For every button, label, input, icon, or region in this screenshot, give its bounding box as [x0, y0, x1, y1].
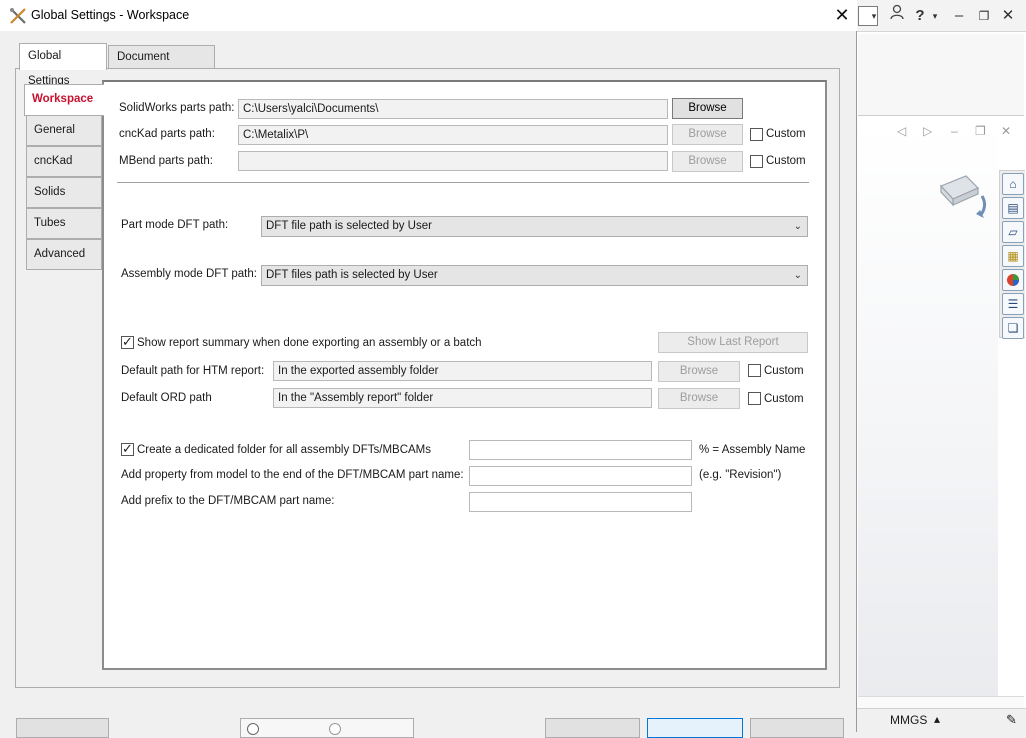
- doc-restore-icon[interactable]: ❐: [975, 124, 986, 138]
- mbend-path-label: MBend parts path:: [119, 155, 213, 167]
- dedicated-folder-hint: % = Assembly Name: [699, 444, 806, 456]
- side-tab-solids[interactable]: Solids: [26, 177, 102, 208]
- bottom-apply-button[interactable]: [545, 718, 640, 738]
- appearances-icon[interactable]: [1002, 269, 1024, 291]
- help-icon[interactable]: ?: [912, 1, 928, 31]
- file-explorer-icon[interactable]: ▱: [1002, 221, 1024, 243]
- mode-radio-2[interactable]: [329, 723, 341, 735]
- task-pane: ⌂ ▤ ▱ ▦ ☰ ❏: [999, 170, 1025, 339]
- mbend-path-field[interactable]: [238, 151, 668, 171]
- assembly-mode-dft-label: Assembly mode DFT path:: [121, 268, 257, 280]
- side-tab-general[interactable]: General: [26, 115, 102, 146]
- assembly-mode-dft-select[interactable]: DFT files path is selected by User ⌄: [261, 265, 808, 286]
- cnckad-path-label: cncKad parts path:: [119, 128, 215, 140]
- bottom-left-button[interactable]: [16, 718, 109, 738]
- tools-icon: [9, 7, 27, 25]
- home-icon[interactable]: ⌂: [1002, 173, 1024, 195]
- units-arrow-icon[interactable]: ▴: [934, 712, 940, 726]
- restore-icon[interactable]: ❐: [976, 1, 992, 31]
- background-toolbar: ▾ ? ▾ – ❐ ✕: [856, 0, 1026, 32]
- htm-report-path-label: Default path for HTM report:: [121, 365, 265, 377]
- design-library-icon[interactable]: ▤: [1002, 197, 1024, 219]
- add-property-label: Add property from model to the end of th…: [121, 469, 464, 481]
- close-button[interactable]: ✕: [829, 3, 855, 27]
- minimize-icon[interactable]: –: [952, 1, 966, 31]
- htm-custom-label: Custom: [764, 365, 804, 377]
- quick-tips-icon[interactable]: ✎: [1006, 712, 1017, 728]
- side-tab-workspace[interactable]: Workspace: [24, 84, 104, 116]
- show-last-report-button[interactable]: Show Last Report: [658, 332, 808, 353]
- solidworks-path-label: SolidWorks parts path:: [119, 102, 235, 114]
- part-mode-dft-select[interactable]: DFT file path is selected by User ⌄: [261, 216, 808, 237]
- custom-properties-icon[interactable]: ☰: [1002, 293, 1024, 315]
- cnckad-browse-button[interactable]: Browse: [672, 124, 743, 145]
- chevron-down-icon: ⌄: [793, 221, 802, 232]
- mode-radio-1[interactable]: [247, 723, 259, 735]
- cancel-button[interactable]: [750, 718, 844, 738]
- chevron-down-icon[interactable]: ▾: [866, 1, 882, 31]
- mbend-browse-button[interactable]: Browse: [672, 151, 743, 172]
- tab-document-settings[interactable]: Document Settings: [108, 45, 215, 85]
- user-icon[interactable]: [886, 1, 908, 31]
- ord-custom-checkbox[interactable]: [748, 392, 761, 405]
- htm-custom-checkbox[interactable]: [748, 364, 761, 377]
- chevron-down-icon: ⌄: [793, 270, 802, 281]
- document-window-controls: ◁ ▷ – ❐ ✕: [893, 124, 1018, 142]
- mbend-custom-label: Custom: [766, 155, 806, 167]
- solidworks-browse-button[interactable]: Browse: [672, 98, 743, 119]
- ord-path-label: Default ORD path: [121, 392, 212, 404]
- previous-icon[interactable]: ◁: [897, 124, 906, 138]
- view-orientation-icon: [936, 174, 996, 227]
- add-prefix-label: Add prefix to the DFT/MBCAM part name:: [121, 495, 335, 507]
- ord-browse-button[interactable]: Browse: [658, 388, 740, 409]
- cnckad-custom-label: Custom: [766, 128, 806, 140]
- part-mode-dft-value: DFT file path is selected by User: [266, 220, 432, 232]
- doc-minimize-icon[interactable]: –: [951, 124, 958, 138]
- assembly-mode-dft-value: DFT files path is selected by User: [266, 269, 438, 281]
- side-tab-advanced[interactable]: Advanced: [26, 239, 102, 270]
- dedicated-folder-checkbox[interactable]: [121, 441, 134, 457]
- ord-custom-label: Custom: [764, 393, 804, 405]
- mbend-custom-checkbox[interactable]: [750, 155, 763, 168]
- dedicated-folder-field[interactable]: [469, 440, 692, 460]
- side-tab-cnckad[interactable]: cncKad: [26, 146, 102, 177]
- show-report-summary-checkbox[interactable]: [121, 334, 134, 350]
- view-palette-icon[interactable]: ▦: [1002, 245, 1024, 267]
- mode-radio-group: [240, 718, 414, 738]
- next-icon[interactable]: ▷: [923, 124, 932, 138]
- solidworks-path-field[interactable]: C:\Users\yalci\Documents\: [238, 99, 668, 119]
- dedicated-folder-label: Create a dedicated folder for all assemb…: [137, 444, 431, 456]
- units-label[interactable]: MMGS: [890, 713, 927, 727]
- side-tab-tubes[interactable]: Tubes: [26, 208, 102, 239]
- horizontal-scrollbar[interactable]: [858, 696, 1024, 708]
- graphics-viewport[interactable]: [858, 122, 998, 697]
- add-prefix-field[interactable]: [469, 492, 692, 512]
- dialog-title: Global Settings - Workspace: [31, 8, 190, 22]
- ok-button[interactable]: [647, 718, 743, 738]
- help-dropdown-icon[interactable]: ▾: [930, 1, 940, 31]
- ord-path-field[interactable]: In the "Assembly report" folder: [273, 388, 652, 408]
- add-property-field[interactable]: [469, 466, 692, 486]
- status-bar: MMGS ▴ ✎: [856, 708, 1026, 732]
- part-mode-dft-label: Part mode DFT path:: [121, 219, 229, 231]
- show-report-summary-label: Show report summary when done exporting …: [137, 337, 482, 349]
- htm-report-path-field[interactable]: In the exported assembly folder: [273, 361, 652, 381]
- add-property-hint: (e.g. "Revision"): [699, 469, 782, 481]
- background-panel: [858, 34, 1024, 116]
- forum-icon[interactable]: ❏: [1002, 317, 1024, 339]
- doc-close-icon[interactable]: ✕: [1001, 124, 1011, 138]
- section-divider: [117, 182, 809, 183]
- cnckad-custom-checkbox[interactable]: [750, 128, 763, 141]
- dialog-titlebar: Global Settings - Workspace ✕: [0, 0, 857, 31]
- htm-browse-button[interactable]: Browse: [658, 361, 740, 382]
- tab-global-settings[interactable]: Global Settings: [19, 43, 107, 87]
- close-icon[interactable]: ✕: [1000, 1, 1016, 31]
- cnckad-path-field[interactable]: C:\Metalix\P\: [238, 125, 668, 145]
